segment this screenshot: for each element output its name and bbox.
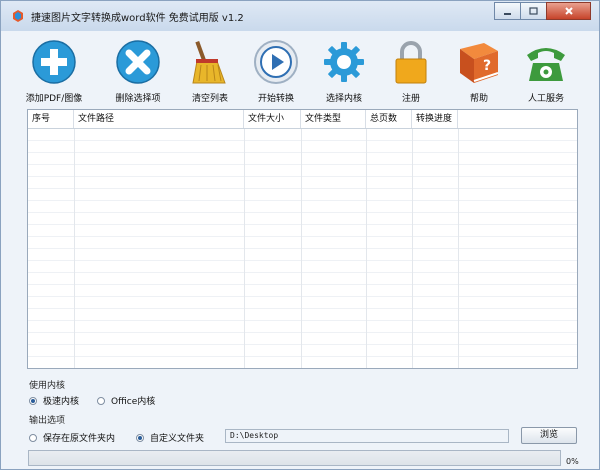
radio-selected-icon (29, 396, 37, 405)
column-divider (74, 129, 75, 368)
table-header: 序号 文件路径 文件大小 文件类型 总页数 转换进度 (28, 110, 577, 129)
add-pdf-image-button[interactable]: 添加PDF/图像 (21, 39, 87, 105)
column-divider (301, 129, 302, 368)
column-divider (458, 129, 459, 368)
browse-button[interactable]: 浏览 (521, 427, 577, 444)
title-bar: 捷速图片文字转换成word软件 免费试用版 v1.2 (1, 1, 599, 31)
fast-engine-label: 极速内核 (43, 397, 80, 407)
svg-text:?: ? (483, 58, 491, 74)
file-list-table[interactable]: 序号 文件路径 文件大小 文件类型 总页数 转换进度 (27, 109, 578, 369)
close-button[interactable] (546, 2, 591, 20)
start-convert-button[interactable]: 开始转换 (243, 39, 309, 105)
toolbar: 添加PDF/图像 删除选择项 清空列表 开始转换 选择内核 注册 ? 帮助 人工… (21, 39, 581, 107)
start-convert-label: 开始转换 (257, 94, 294, 104)
col-index[interactable]: 序号 (28, 110, 74, 128)
save-original-folder-label: 保存在原文件夹内 (43, 434, 116, 444)
app-logo-icon (13, 10, 23, 22)
play-circle-icon (251, 39, 301, 85)
conversion-progress-bar (28, 450, 561, 466)
app-window: 捷速图片文字转换成word软件 免费试用版 v1.2 添加PDF/图像 删除选择… (0, 0, 600, 470)
col-file-path[interactable]: 文件路径 (74, 110, 244, 128)
office-engine-label: Office内核 (111, 397, 156, 407)
remove-selected-label: 删除选择项 (115, 94, 161, 104)
close-icon (564, 7, 573, 15)
column-divider (244, 129, 245, 368)
plus-circle-icon (29, 39, 79, 85)
clear-list-button[interactable]: 清空列表 (177, 39, 243, 105)
gear-icon (319, 39, 369, 85)
col-file-size[interactable]: 文件大小 (244, 110, 301, 128)
output-path-field[interactable]: D:\Desktop (225, 429, 509, 443)
telephone-icon (521, 39, 571, 85)
minimize-icon (504, 12, 511, 15)
help-button[interactable]: ? 帮助 (446, 39, 512, 105)
fast-engine-radio[interactable]: 极速内核 (29, 394, 79, 407)
col-file-type[interactable]: 文件类型 (301, 110, 366, 128)
custom-folder-label: 自定义文件夹 (150, 434, 205, 444)
radio-unselected-icon (97, 396, 105, 405)
radio-selected-icon (136, 433, 144, 442)
select-engine-button[interactable]: 选择内核 (311, 39, 377, 105)
maximize-icon (529, 6, 538, 15)
radio-unselected-icon (29, 433, 37, 442)
add-pdf-image-label: 添加PDF/图像 (25, 94, 83, 104)
table-body (28, 129, 577, 368)
broom-icon (185, 39, 235, 85)
save-original-folder-radio[interactable]: 保存在原文件夹内 (29, 431, 115, 444)
window-controls (494, 2, 591, 20)
manual-service-button[interactable]: 人工服务 (513, 39, 579, 105)
window-title: 捷速图片文字转换成word软件 免费试用版 v1.2 (31, 13, 244, 24)
maximize-button[interactable] (520, 2, 547, 20)
register-label: 注册 (401, 94, 420, 104)
lock-icon (386, 39, 436, 85)
register-button[interactable]: 注册 (378, 39, 444, 105)
minimize-button[interactable] (494, 2, 521, 20)
manual-service-label: 人工服务 (527, 94, 564, 104)
output-section-title: 输出选项 (29, 416, 66, 426)
select-engine-label: 选择内核 (325, 94, 362, 104)
column-divider (366, 129, 367, 368)
col-page-count[interactable]: 总页数 (366, 110, 412, 128)
column-divider (412, 129, 413, 368)
progress-percent: 0% (566, 457, 579, 466)
engine-section-title: 使用内核 (29, 381, 66, 391)
col-progress[interactable]: 转换进度 (412, 110, 458, 128)
office-engine-radio[interactable]: Office内核 (97, 394, 155, 407)
x-circle-icon (113, 39, 163, 85)
clear-list-label: 清空列表 (191, 94, 228, 104)
remove-selected-button[interactable]: 删除选择项 (105, 39, 171, 105)
help-book-icon: ? (454, 39, 504, 85)
custom-folder-radio[interactable]: 自定义文件夹 (136, 431, 204, 444)
help-label: 帮助 (469, 94, 488, 104)
